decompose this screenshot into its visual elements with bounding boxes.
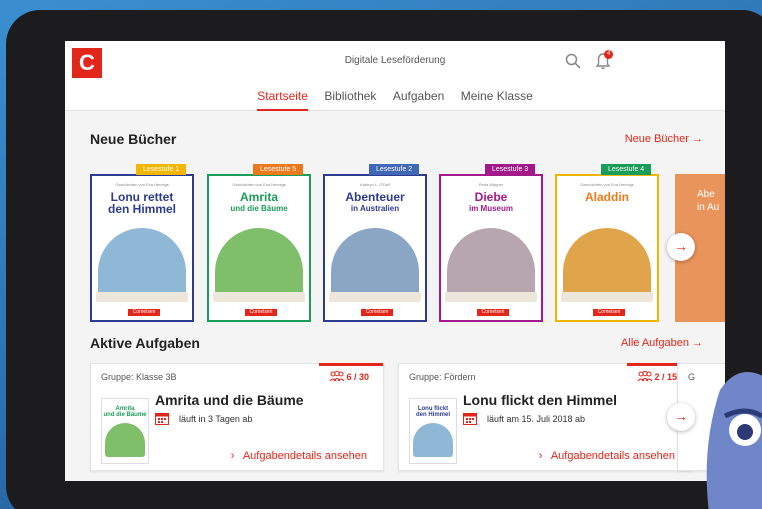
new-books-heading: Neue Bücher (90, 131, 177, 147)
task-details-label: Aufgabendetails ansehen (242, 450, 367, 462)
book-cover-illustration (98, 228, 186, 300)
book-title-line: Diebe (474, 190, 508, 204)
search-icon[interactable] (565, 53, 581, 69)
level-badge: Lesestufe 5 (253, 164, 304, 175)
book-title: Abenteuer in Australien (325, 191, 425, 215)
task-book-thumbnail: Amrita und die Bäume (101, 398, 149, 464)
tab-startseite[interactable]: Startseite (257, 81, 308, 111)
task-group: Gruppe: Klasse 3B (101, 372, 177, 382)
task-card[interactable]: Gruppe: Fördern 2 / 15 Lonu flickt den H… (398, 363, 692, 471)
top-bar: C Digitale Leseförderung 4 (65, 41, 725, 81)
book-pages-illustration (329, 292, 421, 302)
book-card[interactable]: Lesestufe 4 Geschichten von Eva Hennigs … (555, 164, 659, 322)
app-title: Digitale Leseförderung (344, 55, 446, 66)
book-card[interactable]: Lesestufe 3 Petra Wagner Diebe im Museum… (439, 164, 543, 322)
task-group: Gruppe: Fördern (409, 372, 476, 382)
book-title-line: Abenteuer (345, 190, 405, 204)
task-due-date: läuft in 3 Tagen ab (179, 414, 253, 424)
book-cover-illustration (563, 228, 651, 300)
tasks-next-button[interactable]: → (667, 403, 695, 431)
task-group: G (688, 372, 696, 382)
book-pages-illustration (213, 292, 305, 302)
publisher-label: Cornelsen (128, 309, 160, 316)
task-count: 6 / 30 (346, 372, 369, 382)
book-title-line: und die Bäume (230, 204, 288, 213)
book-title: Aladdin (557, 191, 657, 203)
chevron-right-icon: › (538, 450, 543, 462)
task-details-link[interactable]: › Aufgabendetails ansehen (231, 450, 367, 462)
task-book-title: Amrita und die Bäume (155, 392, 304, 408)
level-badge: Lesestufe 1 (136, 164, 187, 175)
book-cover-illustration (447, 228, 535, 300)
book-card[interactable]: Lesestufe 1 Geschichten von Eva Hennigs … (90, 164, 194, 322)
active-tasks-heading: Aktive Aufgaben (90, 335, 200, 351)
book-title-line: in Australien (350, 204, 400, 213)
thumb-illustration (413, 423, 453, 457)
task-count: 2 / 15 (654, 372, 677, 382)
task-progress-bar (319, 363, 383, 366)
thumb-illustration (105, 423, 145, 457)
book-title-line: im Museum (468, 204, 513, 213)
group-icon (329, 370, 345, 382)
book-author: Geschichten von Eva Hennigs (232, 182, 286, 187)
book-cover-illustration (331, 228, 419, 300)
notification-badge: 4 (604, 50, 613, 59)
book-pages-illustration (96, 292, 188, 302)
level-badge: Lesestufe 4 (601, 164, 652, 175)
chevron-right-icon: › (230, 450, 235, 462)
monster-mascot-illustration (706, 372, 762, 509)
book-author: Kathryn L. O'Dell (359, 182, 391, 187)
tablet-frame: C Digitale Leseförderung 4 Startseite Bi… (6, 10, 762, 509)
task-book-thumbnail: Lonu flickt den Himmel (409, 398, 457, 464)
level-badge: Lesestufe 2 (369, 164, 420, 175)
level-badge: Lesestufe 3 (485, 164, 536, 175)
publisher-label: Cornelsen (245, 309, 277, 316)
tab-meine-klasse[interactable]: Meine Klasse (461, 81, 533, 111)
book-author: Geschichten von Eva Hennigs (580, 182, 634, 187)
publisher-label: Cornelsen (361, 309, 393, 316)
thumb-title: Amrita und die Bäume (103, 406, 147, 418)
new-books-link-label: Neue Bücher (624, 133, 689, 145)
publisher-label: Cornelsen (477, 309, 509, 316)
all-tasks-link-label: Alle Aufgaben (621, 337, 689, 349)
book-card[interactable]: Lesestufe 5 Geschichten von Eva Hennigs … (207, 164, 311, 322)
arrow-right-icon: → (674, 238, 688, 254)
book-title: Diebe im Museum (441, 191, 541, 215)
book-title-line: Aladdin (585, 190, 629, 204)
arrow-right-icon: → (674, 408, 688, 424)
thumb-title: Lonu flickt den Himmel (415, 406, 450, 418)
book-title: Amrita und die Bäume (209, 191, 309, 215)
task-due-date: läuft am 15. Juli 2018 ab (487, 414, 586, 424)
group-icon (637, 370, 653, 382)
arrow-right-icon: → (692, 133, 703, 145)
arrow-right-icon: → (692, 337, 703, 349)
book-card[interactable]: Lesestufe 2 Kathryn L. O'Dell Abenteuer … (323, 164, 427, 322)
all-tasks-link[interactable]: Alle Aufgaben → (621, 337, 703, 349)
main-nav: Startseite Bibliothek Aufgaben Meine Kla… (65, 81, 725, 111)
book-title: Lonu rettet den Himmel (92, 191, 192, 215)
book-cover-illustration (215, 228, 303, 300)
book-pages-illustration (561, 292, 653, 302)
publisher-label: Cornelsen (593, 309, 625, 316)
new-books-link[interactable]: Neue Bücher → (625, 133, 703, 145)
book-author: Petra Wagner (478, 182, 504, 187)
book-title-line: den Himmel (107, 202, 176, 216)
partial-book-title: Abe in Au (697, 189, 720, 213)
task-details-label: Aufgabendetails ansehen (550, 450, 675, 462)
calendar-icon (463, 413, 477, 425)
task-details-link[interactable]: › Aufgabendetails ansehen (539, 450, 675, 462)
tab-bibliothek[interactable]: Bibliothek (324, 81, 376, 111)
task-card[interactable]: Gruppe: Klasse 3B 6 / 30 Amrita und die … (90, 363, 384, 471)
book-pages-illustration (445, 292, 537, 302)
book-title-line: Amrita (239, 190, 278, 204)
book-author: Geschichten von Eva Hennigs (115, 182, 169, 187)
task-book-title: Lonu flickt den Himmel (463, 392, 618, 408)
books-next-button[interactable]: → (667, 233, 695, 261)
app-screen: C Digitale Leseförderung 4 Startseite Bi… (65, 41, 725, 481)
calendar-icon (155, 413, 169, 425)
tab-aufgaben[interactable]: Aufgaben (393, 81, 444, 111)
